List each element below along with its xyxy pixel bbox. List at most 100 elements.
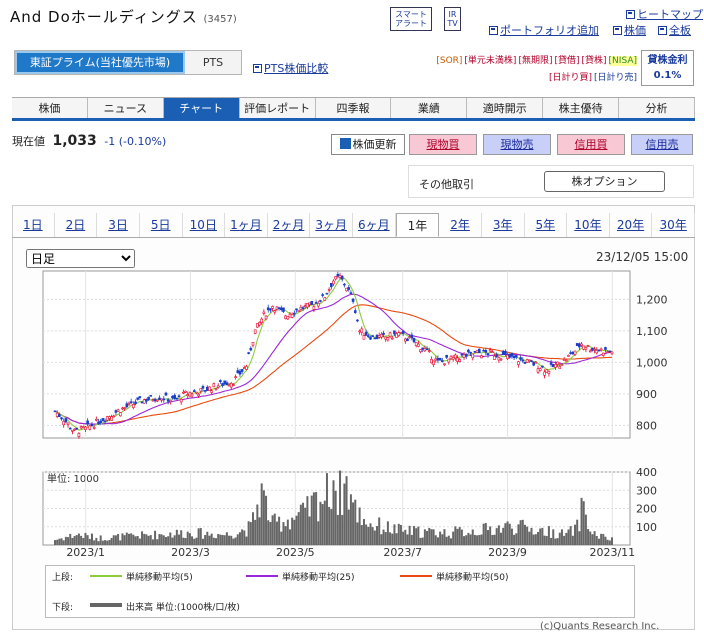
candle-body: [203, 390, 207, 392]
period-tab-9[interactable]: 1年: [395, 213, 440, 237]
candle-body: [323, 297, 327, 301]
volume-bar: [428, 527, 431, 545]
period-tab-5[interactable]: 1ヶ月: [225, 213, 268, 237]
period-tab-2[interactable]: 3日: [97, 213, 140, 237]
period-tab-4[interactable]: 10日: [183, 213, 226, 237]
period-tab-3[interactable]: 5日: [140, 213, 183, 237]
candle-body: [101, 418, 105, 422]
volume-bar: [110, 537, 113, 545]
volume-bar: [404, 529, 407, 545]
lending-fee-box[interactable]: 貸株金利 0.1%: [641, 50, 694, 86]
tab-2[interactable]: チャート: [163, 98, 240, 118]
smart-alert-badge[interactable]: スマート アラート: [390, 7, 432, 31]
candle-body: [345, 287, 348, 292]
cash-sell-button[interactable]: 現物売: [483, 134, 551, 155]
volume-bar: [206, 531, 209, 545]
tab-6[interactable]: 適時開示: [467, 98, 544, 118]
candle-body: [330, 282, 333, 288]
period-tab-1[interactable]: 2日: [55, 213, 98, 237]
volume-bar: [130, 533, 133, 545]
candle-body: [123, 407, 126, 409]
candle-body: [110, 416, 113, 421]
market-pts-tab[interactable]: PTS: [185, 51, 241, 74]
period-tab-7[interactable]: 3ヶ月: [310, 213, 353, 237]
candle-body: [90, 424, 94, 427]
volume-bar: [90, 533, 93, 545]
candle-body: [216, 385, 220, 388]
pts-compare-link[interactable]: PTS株価比較: [253, 60, 328, 76]
candle-body: [277, 307, 281, 310]
tab-4[interactable]: 四季報: [315, 98, 392, 118]
volume-bar: [376, 526, 379, 545]
tab-5[interactable]: 業績: [391, 98, 468, 118]
company-name: And Doホールディングス: [10, 8, 198, 26]
board-link[interactable]: 全板: [658, 22, 691, 38]
candle-body: [284, 315, 287, 319]
candle-body: [591, 347, 594, 351]
period-tab-14[interactable]: 20年: [610, 213, 653, 237]
candle-body: [399, 332, 403, 334]
volume-bar: [58, 538, 61, 545]
candle-body: [219, 380, 222, 383]
margin-sell-button[interactable]: 信用売: [631, 134, 693, 155]
x-tick-label: 2023/3: [171, 546, 210, 559]
heatmap-link[interactable]: ヒートマップ: [626, 6, 703, 22]
candle-body: [71, 429, 74, 432]
candle-body: [601, 352, 605, 356]
volume-bar: [171, 537, 174, 545]
trade-tags: [SOR] [単元未満株] [無期限] [貸借] [貸株] [NISA] [日計り買] [日…: [361, 54, 637, 85]
candle-body: [164, 392, 168, 396]
candle-body: [127, 402, 131, 405]
volume-bar: [356, 522, 359, 545]
period-tab-11[interactable]: 3年: [482, 213, 525, 237]
period-tab-6[interactable]: 2ヶ月: [268, 213, 311, 237]
period-tab-10[interactable]: 2年: [439, 213, 482, 237]
tab-3[interactable]: 評価レポート: [239, 98, 316, 118]
candle-body: [404, 338, 407, 342]
candle-body: [179, 398, 183, 403]
candle-body: [84, 426, 87, 430]
cash-buy-button[interactable]: 現物買: [409, 134, 477, 155]
period-tab-0[interactable]: 1日: [12, 213, 55, 237]
volume-bar: [114, 535, 117, 545]
candle-body: [477, 348, 481, 354]
volume-bar: [445, 536, 448, 545]
volume-bar: [604, 536, 607, 545]
period-tab-15[interactable]: 30年: [652, 213, 695, 237]
portfolio-link[interactable]: ポートフォリオ追加: [489, 22, 599, 38]
period-tab-12[interactable]: 5年: [525, 213, 568, 237]
candle-body: [541, 365, 544, 368]
tab-7[interactable]: 株主優待: [543, 98, 620, 118]
period-tab-8[interactable]: 6ヶ月: [353, 213, 396, 237]
volume-bar: [127, 533, 130, 545]
stock-option-button[interactable]: 株オプション: [544, 171, 665, 192]
candle-body: [504, 350, 507, 355]
chart-timestamp: 23/12/05 15:00: [596, 250, 689, 264]
tab-8[interactable]: 分析: [619, 98, 696, 118]
stock-price-link[interactable]: 株価: [613, 22, 646, 38]
candle-body: [593, 349, 596, 351]
tab-0[interactable]: 株価: [12, 98, 88, 118]
ir-tv-badge[interactable]: IR TV: [444, 7, 461, 31]
volume-bar: [217, 533, 220, 545]
candle-body: [358, 330, 361, 333]
candle-body: [286, 316, 290, 320]
candle-body: [299, 306, 303, 310]
volume-bar: [587, 529, 590, 545]
volume-bar: [245, 536, 248, 545]
tab-1[interactable]: ニュース: [87, 98, 164, 118]
margin-buy-button[interactable]: 信用買: [557, 134, 625, 155]
update-price-button[interactable]: 株価更新: [331, 134, 405, 155]
period-tab-13[interactable]: 10年: [567, 213, 610, 237]
candle-body: [221, 383, 224, 386]
volume-bar: [284, 526, 287, 545]
volume-bar: [225, 532, 228, 545]
candle-body: [528, 359, 531, 362]
volume-bar: [67, 537, 70, 545]
candle-body: [369, 336, 372, 340]
volume-bar: [86, 535, 89, 545]
candle-body: [395, 333, 398, 338]
volume-bar: [563, 535, 566, 545]
volume-bar: [554, 538, 557, 545]
market-primary-tab[interactable]: 東証プライム(当社優先市場): [15, 51, 185, 74]
